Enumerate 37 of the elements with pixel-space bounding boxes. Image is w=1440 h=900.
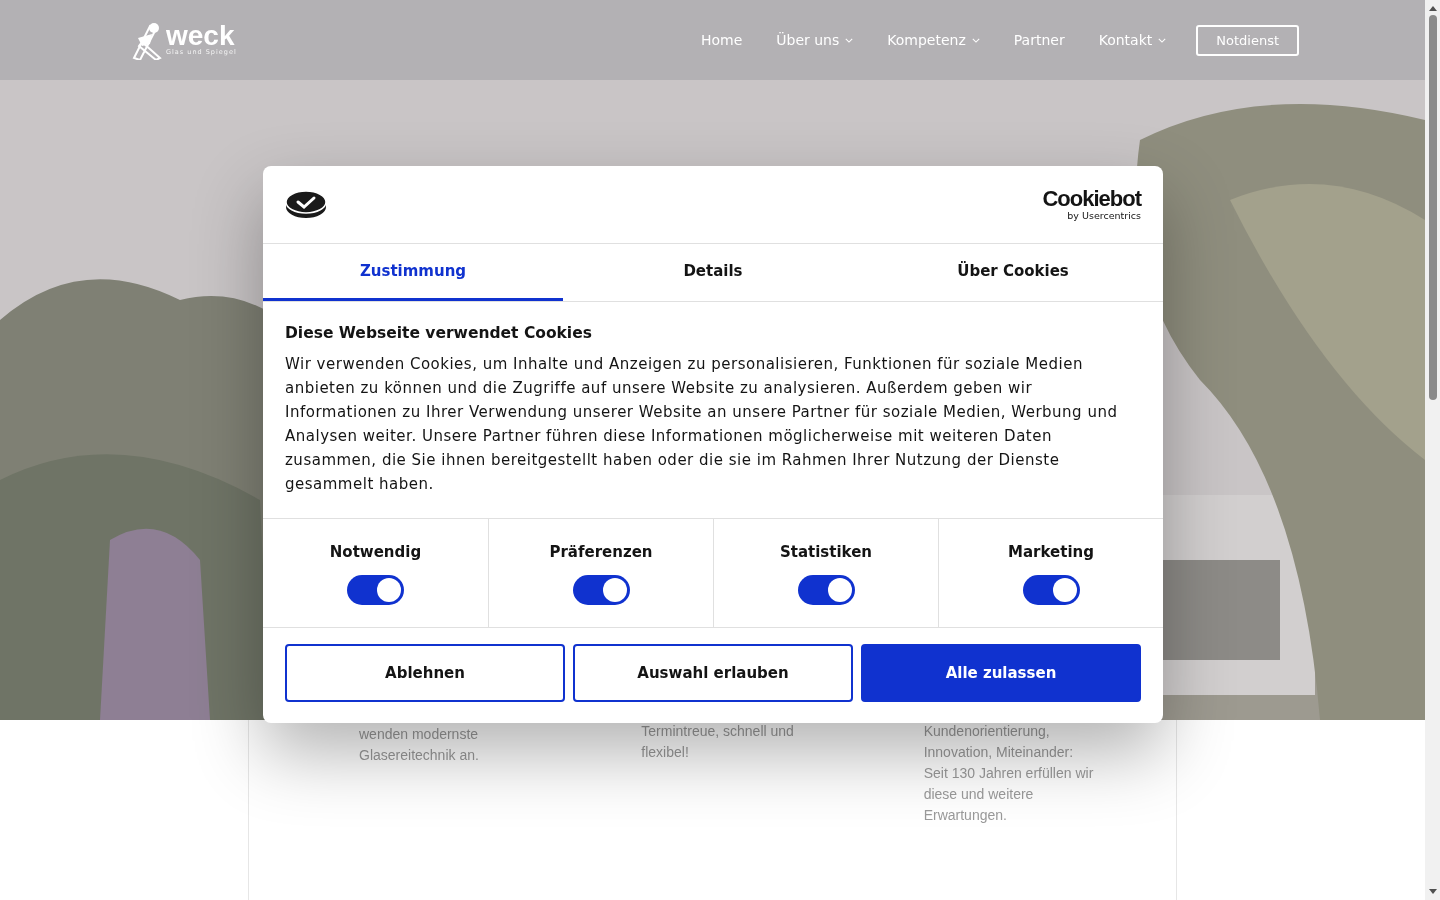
consent-button[interactable]: Auswahl erlauben — [573, 644, 853, 702]
nav-link[interactable]: Home — [700, 32, 743, 48]
consent-button[interactable]: Ablehnen — [285, 644, 565, 702]
dialog-tab[interactable]: Details — [563, 244, 863, 301]
nav-link[interactable]: Partner — [1013, 32, 1065, 48]
scrollbar-thumb[interactable] — [1428, 15, 1437, 400]
consent-button[interactable]: Alle zulassen — [861, 644, 1141, 702]
toggle-switch[interactable] — [1022, 575, 1080, 605]
dialog-tab[interactable]: Über Cookies — [863, 244, 1163, 301]
feature-text: Termintreue, schnell und flexibel! — [641, 722, 795, 762]
toggle-switch[interactable] — [347, 575, 404, 605]
toggle-switch[interactable] — [797, 575, 855, 605]
scroll-up-icon[interactable] — [1428, 6, 1437, 11]
nav-link[interactable]: Über uns — [776, 32, 854, 48]
emergency-button[interactable]: Notdienst — [1196, 24, 1299, 56]
nav-link[interactable]: Kontakt — [1098, 32, 1167, 48]
category-label: Präferenzen — [549, 543, 653, 561]
scrollbar[interactable] — [1425, 0, 1440, 900]
feature-text: Kundenorientierung, Innovation, Miteinander: Seit 130 Jahren erfüllen wir diese und weitere Erwartungen. — [923, 722, 1095, 825]
caret-icon — [1158, 37, 1167, 43]
nav-link[interactable]: Kompetenz — [887, 32, 980, 48]
scroll-down-icon[interactable] — [1428, 889, 1437, 894]
logo-wordmark[interactable]: weck — [166, 24, 237, 48]
dialog-tab[interactable]: Zustimmung — [263, 244, 563, 301]
category-label: Marketing — [1008, 543, 1094, 561]
feature-text: wenden modernste Glasereitechnik an. — [359, 725, 480, 765]
dialog-text: Wir verwenden Cookies, um Inhalte und Anzeigen zu personalisieren, Funktionen für soziale Medien anbieten zu können und die Zugriffe auf unsere Website zu analysieren. Außerdem geben wir Informationen zu Ihrer Verwendung unserer Website an unsere Partner für soziale Medien, Werbung und Analysen weiter. Unsere Partner führen diese Informationen möglicherweise mit weiteren Daten zusammen, die Sie ihnen bereitgestellt haben oder die sie im Rahmen Ihrer Nutzung der Dienste gesammelt haben. — [285, 354, 1119, 495]
brand-byline: by Usercentrics — [1067, 210, 1141, 221]
check-badge-icon — [285, 188, 327, 221]
toggle-switch[interactable] — [572, 575, 630, 605]
category-label: Statistiken — [779, 543, 873, 561]
category-label: Notwendig — [329, 543, 422, 561]
brand-logo: Cookiebot — [1042, 188, 1141, 210]
dialog-heading: Diese Webseite verwendet Cookies — [285, 324, 593, 342]
caret-icon — [845, 37, 854, 43]
logo-figure-icon — [130, 20, 164, 60]
caret-icon — [971, 37, 980, 43]
